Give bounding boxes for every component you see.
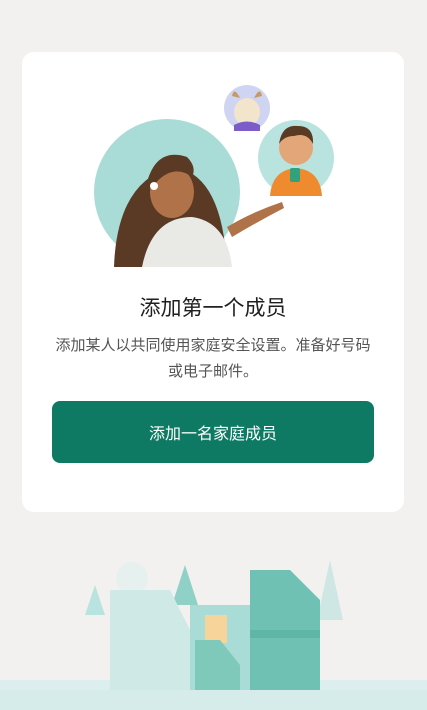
family-illustration (94, 85, 334, 267)
empty-state-card: 添加第一个成员 添加某人以共同使用家庭安全设置。准备好号码或电子邮件。 添加一名… (22, 52, 404, 512)
description-text: 添加某人以共同使用家庭安全设置。准备好号码或电子邮件。 (55, 336, 371, 380)
page-title: 添加第一个成员 (139, 296, 287, 320)
neighborhood-illustration (0, 560, 427, 710)
add-family-member-button[interactable]: 添加一名家庭成员 (52, 401, 374, 463)
